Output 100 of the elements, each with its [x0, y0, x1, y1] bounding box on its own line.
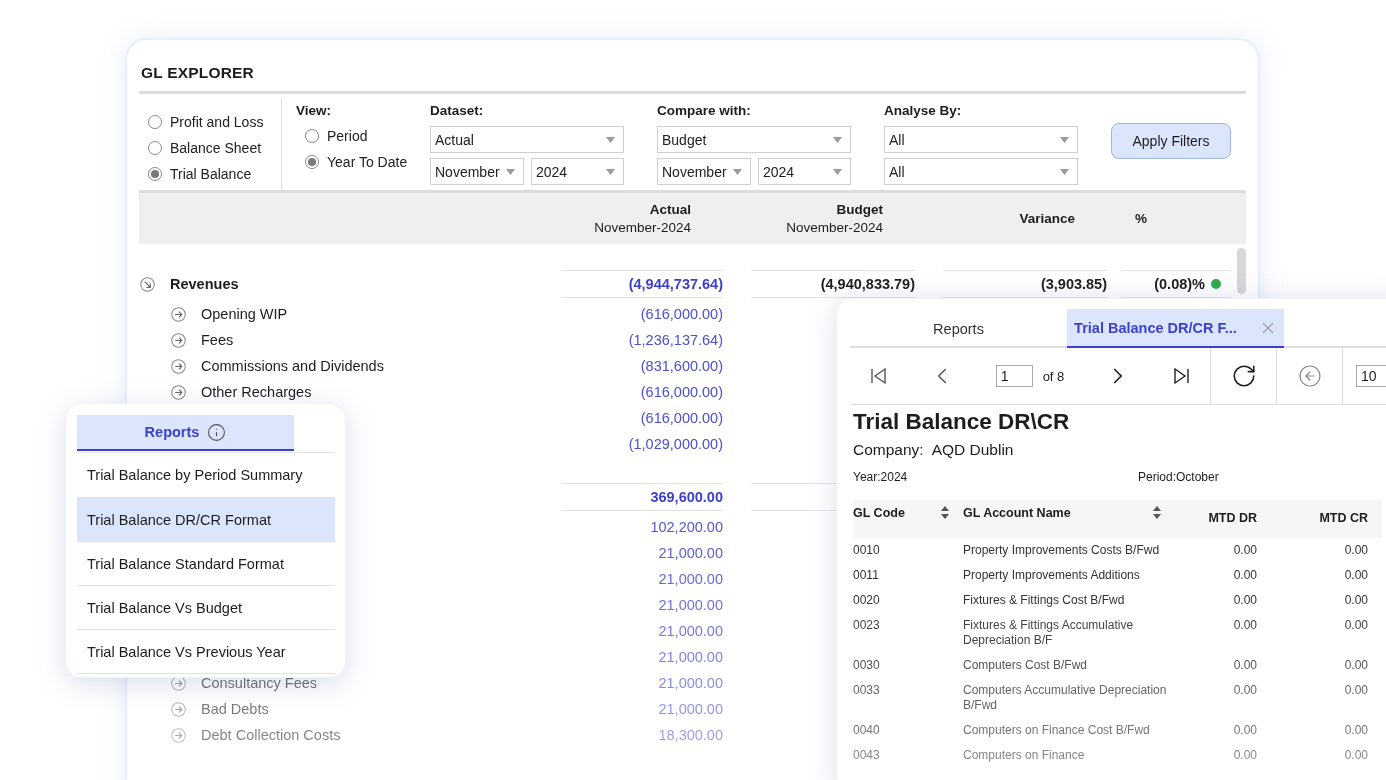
report-item[interactable]: Trial Balance Vs Previous Year — [77, 629, 335, 673]
actual-value: 21,000.00 — [658, 649, 723, 665]
caret-icon — [1060, 168, 1069, 175]
actual-value: (1,236,137.64) — [628, 332, 723, 348]
gl-code: 0033 — [853, 683, 881, 699]
report-item[interactable]: Trial Balance Vs Budget — [77, 585, 335, 629]
report-item[interactable]: Trial Balance DR/CR Format — [77, 497, 335, 541]
report-item[interactable]: Trial Balance by Period Summary — [77, 453, 335, 497]
mtd-cr-value: 0.00 — [1343, 748, 1369, 763]
scrollbar[interactable] — [1237, 248, 1246, 294]
report-type-radio[interactable]: Balance Sheet — [148, 138, 281, 158]
filter-dropdown[interactable]: Actual — [430, 126, 624, 153]
viewer-tab[interactable]: Reports — [850, 309, 1067, 348]
first-page-icon[interactable] — [870, 367, 889, 385]
total-value: (4,940,833.79) — [820, 276, 915, 292]
report-period: Period:October — [1138, 470, 1220, 484]
arrow-right-circle-icon[interactable] — [171, 358, 186, 374]
viewer-tab[interactable]: Trial Balance DR/CR F... — [1067, 309, 1284, 348]
report-type-radio[interactable]: Trial Balance — [148, 164, 281, 184]
report-title: Trial Balance DR\CR — [853, 409, 1071, 435]
account-label: Commissions and Dividends — [201, 358, 384, 374]
filter-dropdown[interactable]: November — [430, 158, 524, 185]
caret-icon — [506, 168, 515, 175]
filter-dropdown[interactable]: 2024 — [758, 158, 851, 185]
sort-icon[interactable] — [1153, 506, 1161, 519]
company-name: AQD Dublin — [931, 441, 1014, 459]
account-label: Other Recharges — [201, 384, 312, 400]
arrow-right-circle-icon[interactable] — [171, 384, 186, 400]
actual-value: (616,000.00) — [640, 410, 723, 426]
account-name: Fixtures & Fittings Accumulative Depreciation B/F — [963, 618, 1135, 648]
account-name: Property Improvements Costs B/Fwd — [963, 543, 1161, 558]
column-header: Variance — [1018, 209, 1076, 228]
account-name: Computers on Finance — [963, 748, 1086, 763]
actual-value: 102,200.00 — [650, 519, 723, 535]
gl-code: 0040 — [853, 723, 881, 738]
filter-label: Analyse By: — [884, 103, 963, 120]
mtd-cr-value: 0.00 — [1343, 658, 1369, 673]
refresh-icon[interactable] — [1230, 363, 1257, 389]
report-column-header: MTD DR — [1208, 511, 1257, 525]
filter-label: Dataset: — [430, 103, 485, 120]
report-year: Year:2024 — [853, 470, 909, 484]
arrow-right-circle-icon[interactable] — [171, 701, 186, 717]
actual-value: 21,000.00 — [658, 545, 723, 561]
column-header: % — [1134, 209, 1148, 228]
mtd-dr-value: 0.00 — [1232, 618, 1258, 634]
column-header: Actual November-2024 — [593, 200, 692, 237]
last-page-icon[interactable] — [1171, 367, 1190, 385]
expand-down-right-icon[interactable] — [140, 276, 155, 292]
back-icon[interactable] — [1297, 364, 1322, 388]
actual-value: 21,000.00 — [658, 675, 723, 691]
column-header: Budget November-2024 — [785, 200, 884, 237]
account-name: Computers on Finance Cost B/Fwd — [963, 723, 1151, 738]
filter-dropdown[interactable]: November — [657, 158, 751, 185]
arrow-right-circle-icon[interactable] — [171, 306, 186, 322]
view-radio[interactable]: Period — [305, 126, 430, 146]
page-number-field[interactable]: 1 — [995, 365, 1033, 387]
actual-value: (616,000.00) — [640, 384, 723, 400]
arrow-right-circle-icon[interactable] — [171, 332, 186, 348]
account-label: Debt Collection Costs — [201, 727, 341, 743]
report-column-header[interactable]: GL Code — [853, 506, 905, 520]
arrow-right-circle-icon[interactable] — [171, 675, 186, 691]
actual-value: (1,029,000.00) — [628, 436, 723, 452]
gl-code: 0020 — [853, 593, 881, 608]
account-label: Bad Debts — [201, 701, 269, 717]
view-radio[interactable]: Year To Date — [305, 152, 430, 172]
filter-dropdown[interactable]: All — [884, 158, 1078, 185]
company-label: Company: — [853, 441, 924, 459]
caret-icon — [833, 168, 842, 175]
group-label: Revenues — [170, 276, 239, 292]
gl-code: 0030 — [853, 658, 881, 673]
gl-code: 0023 — [853, 618, 881, 634]
filter-label: Compare with: — [657, 103, 752, 120]
account-name: Property Improvements Additions — [963, 568, 1141, 583]
total-value: (4,944,737.64) — [628, 276, 723, 292]
filter-dropdown[interactable]: All — [884, 126, 1078, 153]
account-name: Fixtures & Fittings Cost B/Fwd — [963, 593, 1126, 608]
sort-icon[interactable] — [941, 506, 949, 519]
filter-dropdown[interactable]: 2024 — [531, 158, 624, 185]
actual-value: 21,000.00 — [658, 623, 723, 639]
report-type-radio[interactable]: Profit and Loss — [148, 112, 281, 132]
mtd-cr-value: 0.00 — [1343, 683, 1369, 699]
mtd-cr-value: 0.00 — [1343, 568, 1369, 583]
reports-tab[interactable]: Reports — [77, 415, 294, 451]
percent-value: (0.08)% — [1154, 276, 1205, 292]
apply-filters-button[interactable]: Apply Filters — [1111, 123, 1231, 159]
info-icon[interactable] — [207, 422, 227, 442]
view-label: View: — [296, 103, 332, 120]
caret-icon — [606, 136, 615, 143]
filter-dropdown[interactable]: Budget — [657, 126, 851, 153]
gl-code: 0043 — [853, 748, 881, 763]
actual-value: 21,000.00 — [658, 701, 723, 717]
report-column-header[interactable]: GL Account Name — [963, 506, 1071, 520]
mtd-dr-value: 0.00 — [1232, 658, 1258, 673]
actual-value: (831,600.00) — [640, 358, 723, 374]
total-value: 369,600.00 — [650, 489, 723, 505]
report-item[interactable]: Trial Balance Standard Format — [77, 541, 335, 585]
actual-value: 18,300.00 — [658, 727, 723, 743]
account-label: Consultancy Fees — [201, 675, 318, 691]
account-name: Computers Cost B/Fwd — [963, 658, 1089, 673]
zoom-field[interactable]: 10 — [1356, 365, 1386, 387]
